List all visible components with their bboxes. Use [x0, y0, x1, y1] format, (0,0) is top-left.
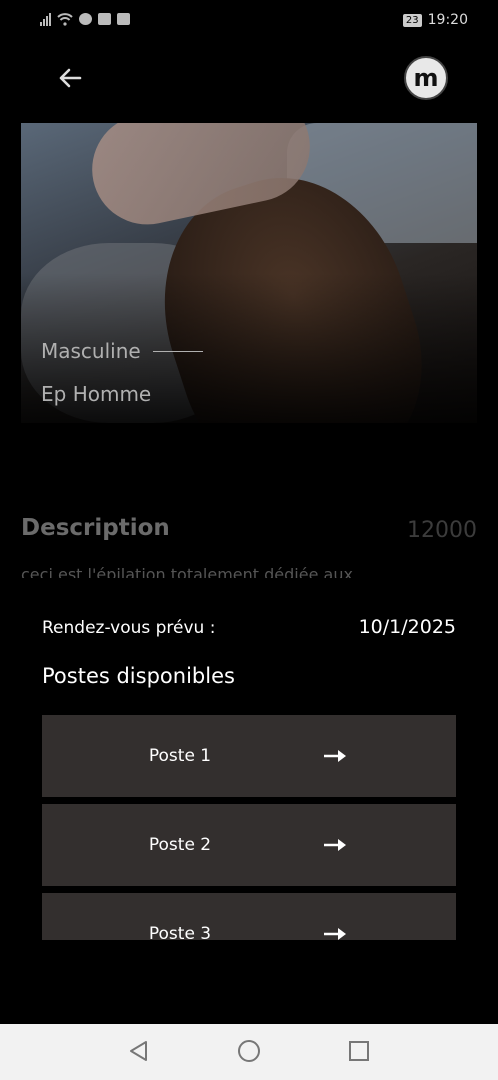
logo-letter: m	[413, 64, 439, 92]
system-nav-bar	[0, 1024, 498, 1080]
station-label: Poste 2	[148, 835, 212, 855]
status-bar: 23 19:20	[0, 0, 498, 44]
nav-home-icon[interactable]	[236, 1038, 262, 1064]
station-label: Poste 3	[148, 924, 212, 940]
service-price: 12000	[407, 518, 477, 543]
station-item[interactable]: Poste 1	[42, 715, 456, 797]
nav-recents-icon[interactable]	[346, 1038, 372, 1064]
hero-category-row: Masculine	[41, 339, 203, 363]
brand-logo[interactable]: m	[404, 56, 448, 100]
station-item[interactable]: Poste 2	[42, 804, 456, 886]
status-time: 19:20	[427, 12, 468, 28]
status-icons-right: 23 19:20	[402, 12, 468, 28]
appointment-label: Rendez-vous prévu :	[42, 618, 216, 638]
available-stations-title: Postes disponibles	[42, 664, 235, 688]
signal-icon	[40, 12, 51, 26]
wifi-icon	[57, 12, 73, 26]
chat-icon	[79, 13, 92, 25]
service-hero-image: Masculine Ep Homme	[21, 123, 477, 423]
status-icons-left	[40, 12, 130, 26]
service-title: Ep Homme	[41, 382, 152, 406]
youtube-icon	[98, 13, 111, 25]
stations-list[interactable]: Poste 1 Poste 2 Poste 3	[42, 715, 456, 940]
description-text: ceci est l'épilation totalement dédiée a…	[21, 565, 353, 578]
service-category: Masculine	[41, 339, 141, 363]
appointment-date: 10/1/2025	[358, 616, 456, 638]
arrow-right-icon	[324, 750, 346, 762]
station-item[interactable]: Poste 3	[42, 893, 456, 940]
nav-back-icon[interactable]	[126, 1038, 152, 1064]
arrow-right-icon	[324, 928, 346, 940]
description-heading: Description	[21, 515, 170, 541]
category-divider	[152, 350, 203, 352]
back-arrow-icon[interactable]	[52, 60, 88, 96]
station-label: Poste 1	[148, 746, 212, 766]
arrow-right-icon	[324, 839, 346, 851]
battery-icon: 23	[402, 13, 422, 27]
news-icon	[117, 13, 130, 25]
